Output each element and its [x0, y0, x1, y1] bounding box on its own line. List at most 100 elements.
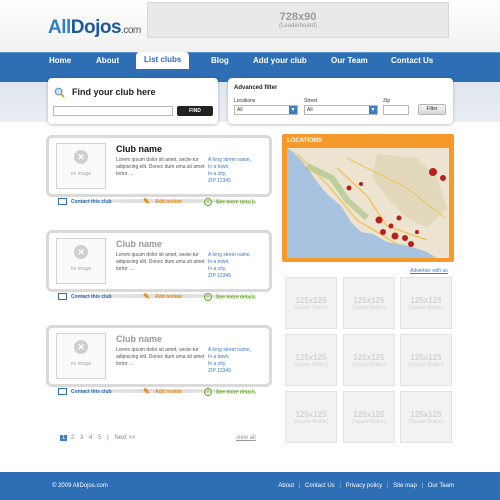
footer-link-privacy[interactable]: Privacy policy: [346, 483, 383, 489]
ad-tile-label: (Square Button): [351, 305, 387, 311]
ad-tile-label: (Square Button): [408, 305, 444, 311]
square-ad-tile[interactable]: 125x125 (Square Button): [400, 277, 452, 329]
locations-select[interactable]: All ▼: [234, 105, 298, 115]
map-title: LOCATIONS: [287, 138, 322, 144]
ad-tile-label: (Square Button): [351, 362, 387, 368]
square-ad-tile[interactable]: 125x125 (Square Button): [285, 334, 337, 386]
advertise-link[interactable]: Advertise with us: [410, 268, 448, 274]
no-image-text: no image: [70, 171, 92, 177]
add-review-link[interactable]: ✎ Add review: [142, 293, 182, 301]
logo-prefix: All: [48, 17, 71, 38]
more-icon: ≡: [204, 198, 212, 206]
next-page-link[interactable]: Next >>: [114, 435, 135, 441]
more-label: See more details: [216, 389, 256, 396]
contact-club-link[interactable]: Contact this club: [58, 198, 112, 205]
chevron-down-icon: ▼: [369, 106, 377, 114]
page-1-link[interactable]: 1: [60, 435, 68, 441]
address-line: In a city,: [208, 171, 227, 177]
review-label: Add review: [155, 388, 182, 395]
zip-input[interactable]: [383, 105, 409, 115]
ad-tile-size: 125x125: [295, 353, 327, 362]
page-5-link[interactable]: 5: [98, 435, 101, 441]
address-line: ZIP 12345: [208, 273, 231, 279]
square-ad-tile[interactable]: 125x125 (Square Button): [343, 391, 395, 443]
ad-tile-size: 125x125: [353, 410, 385, 419]
footer-link-team[interactable]: Our Team: [428, 483, 454, 489]
club-image-placeholder: ✕ no image: [56, 333, 106, 379]
contact-label: Contact this club: [71, 293, 112, 300]
club-name[interactable]: Club name: [116, 144, 162, 154]
page-4-link[interactable]: 4: [89, 435, 92, 441]
club-name[interactable]: Club name: [116, 239, 162, 249]
view-all-link[interactable]: view all: [236, 435, 256, 441]
filter-button[interactable]: Filter: [418, 104, 446, 115]
square-ad-tile[interactable]: 125x125 (Square Button): [343, 277, 395, 329]
address-line: In a city,: [208, 266, 227, 272]
street-select[interactable]: All ▼: [304, 105, 378, 115]
club-name[interactable]: Club name: [116, 334, 162, 344]
see-details-link[interactable]: ≡ See more details: [204, 198, 256, 206]
footer-link-contact[interactable]: Contact Us: [305, 483, 335, 489]
nav-our-team[interactable]: Our Team: [331, 56, 368, 65]
add-review-link[interactable]: ✎ Add review: [142, 198, 182, 206]
club-address: A long street name, In a town, In a city…: [208, 157, 268, 185]
page-2-link[interactable]: 2: [71, 435, 74, 441]
site-logo[interactable]: AllDojos.com: [48, 17, 141, 39]
more-icon: ≡: [204, 293, 212, 301]
club-description: Lorem ipsum dolor sit amet, secte-tur ad…: [116, 157, 205, 177]
club-card: ✕ no image Club name Lorem ipsum dolor s…: [46, 230, 272, 292]
footer: © 2009 AllDojos.com About | Contact Us |…: [0, 472, 500, 500]
nav-add-club[interactable]: Add your club: [253, 56, 307, 65]
find-button[interactable]: FIND: [177, 106, 213, 116]
square-ad-tile[interactable]: 125x125 (Square Button): [285, 391, 337, 443]
add-review-link[interactable]: ✎ Add review: [142, 388, 182, 396]
locations-map[interactable]: [287, 148, 449, 258]
nav-about[interactable]: About: [96, 56, 119, 65]
footer-link-about[interactable]: About: [278, 483, 294, 489]
no-image-icon: ✕: [74, 245, 88, 259]
nav-blog[interactable]: Blog: [211, 56, 229, 65]
no-image-icon: ✕: [74, 150, 88, 164]
footer-link-sitemap[interactable]: Site map: [393, 483, 417, 489]
nav-contact-us[interactable]: Contact Us: [391, 56, 433, 65]
club-actions: Contact this club ✎ Add review ≡ See more …: [58, 198, 268, 208]
no-image-icon: ✕: [74, 340, 88, 354]
address-line: In a town,: [208, 164, 230, 170]
mail-icon: [58, 388, 67, 395]
page-3-link[interactable]: 3: [80, 435, 83, 441]
nav-list-clubs[interactable]: List clubs: [136, 52, 190, 69]
ad-tile-size: 125x125: [410, 296, 442, 305]
club-image-placeholder: ✕ no image: [56, 143, 106, 189]
mail-icon: [58, 198, 67, 205]
ad-tile-label: (Square Button): [408, 419, 444, 425]
ad-tile-size: 125x125: [353, 296, 385, 305]
contact-club-link[interactable]: Contact this club: [58, 293, 112, 300]
square-ad-tile[interactable]: 125x125 (Square Button): [343, 334, 395, 386]
club-description: Lorem ipsum dolor sit amet, secte-tur ad…: [116, 347, 205, 367]
square-ad-tile[interactable]: 125x125 (Square Button): [285, 277, 337, 329]
nav-home[interactable]: Home: [49, 56, 71, 65]
club-actions: Contact this club ✎ Add review ≡ See more …: [58, 293, 268, 303]
contact-club-link[interactable]: Contact this club: [58, 388, 112, 395]
address-line: A long street name,: [208, 252, 252, 258]
club-description: Lorem ipsum dolor sit amet, secte-tur ad…: [116, 252, 205, 272]
ad-tile-label: (Square Button): [408, 362, 444, 368]
search-icon: [54, 87, 65, 98]
street-value: All: [307, 107, 313, 113]
ad-tile-size: 125x125: [410, 410, 442, 419]
ad-tile-label: (Square Button): [293, 362, 329, 368]
see-details-link[interactable]: ≡ See more details: [204, 293, 256, 301]
square-ad-tile[interactable]: 125x125 (Square Button): [400, 391, 452, 443]
logo-tld: .com: [121, 25, 141, 36]
mail-icon: [58, 293, 67, 300]
club-address: A long street name, In a town, In a city…: [208, 252, 268, 280]
club-search-input[interactable]: [53, 106, 173, 116]
review-label: Add review: [155, 198, 182, 205]
square-ad-tile[interactable]: 125x125 (Square Button): [400, 334, 452, 386]
filter-title: Advanced filter: [234, 85, 278, 91]
leaderboard-ad[interactable]: 728x90 (Leaderboard): [147, 2, 449, 38]
ad-tile-size: 125x125: [410, 353, 442, 362]
ad-tile-label: (Square Button): [351, 419, 387, 425]
address-line: ZIP 12345: [208, 178, 231, 184]
see-details-link[interactable]: ≡ See more details: [204, 388, 256, 396]
